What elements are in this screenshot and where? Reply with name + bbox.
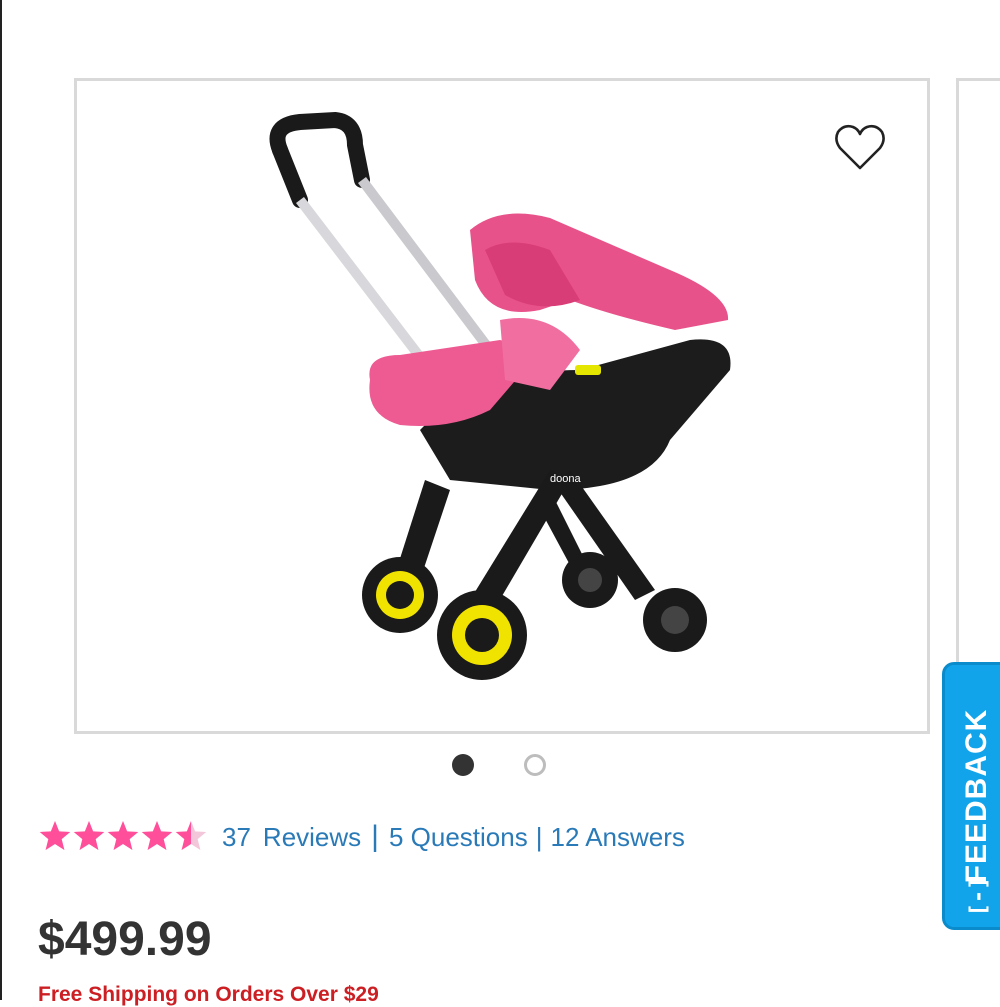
heart-outline-icon[interactable]	[832, 120, 888, 176]
brand-logo: doona	[550, 473, 581, 485]
feedback-label: FEEDBACK	[960, 708, 993, 884]
reviews-label: Reviews	[262, 821, 362, 852]
feedback-icon: [-]	[966, 876, 992, 917]
reviews-count: 37	[222, 821, 251, 852]
carousel-dots	[450, 752, 560, 780]
product-image[interactable]: doona	[250, 110, 750, 700]
page-left-border	[0, 0, 2, 1000]
carousel-dot-2[interactable]	[524, 754, 546, 776]
product-price: $499.99	[38, 913, 212, 966]
questions-link[interactable]: 5 Questions	[389, 822, 528, 853]
separator: |	[371, 820, 379, 853]
shipping-promo[interactable]: Free Shipping on Orders Over $29	[38, 983, 379, 1007]
star-filled-icon	[73, 821, 105, 850]
star-rating[interactable]	[38, 821, 208, 853]
star-filled-icon	[107, 821, 139, 850]
rating-row: 37 Reviews | 5 Questions | 12 Answers	[38, 815, 685, 859]
carousel-dot-1[interactable]	[452, 754, 474, 776]
feedback-tab[interactable]: FEEDBACK [-]	[942, 662, 1000, 930]
separator: |	[535, 821, 543, 852]
star-filled-icon	[141, 821, 173, 850]
reviews-link[interactable]: 37 Reviews	[222, 822, 361, 853]
star-filled-icon	[39, 821, 71, 850]
next-product-card[interactable]	[956, 78, 1000, 734]
star-rating-icons	[39, 821, 207, 850]
answers-link[interactable]: 12 Answers	[550, 822, 684, 853]
